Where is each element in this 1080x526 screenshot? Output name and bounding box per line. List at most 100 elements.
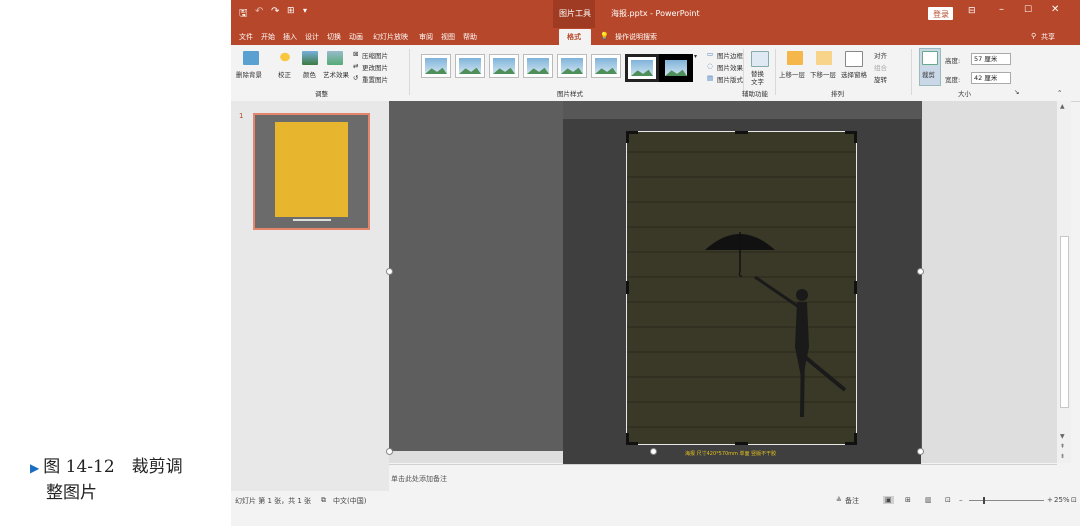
scroll-up-icon[interactable]: ▲ <box>1060 103 1065 110</box>
picture-style-1[interactable] <box>421 54 451 78</box>
change-picture-button[interactable]: 更改图片 <box>362 62 388 72</box>
collapse-ribbon-icon[interactable]: ⌃ <box>1057 89 1062 97</box>
scrollbar-thumb[interactable] <box>1060 236 1069 408</box>
slide-sorter-icon[interactable]: ⊞ <box>905 496 911 504</box>
selection-pane-icon[interactable] <box>845 51 863 67</box>
resize-handle-bl[interactable] <box>386 448 393 455</box>
crop-handle-bl-v[interactable] <box>626 433 629 445</box>
tab-help[interactable]: 帮助 <box>463 32 477 42</box>
picture-style-8[interactable] <box>659 54 693 82</box>
caption-line-2: 整图片 <box>46 483 97 503</box>
corrections-button[interactable]: 校正 <box>278 69 291 79</box>
crop-handle-tl-v[interactable] <box>626 131 629 143</box>
picture-effects-button[interactable]: 图片效果 <box>717 62 743 72</box>
send-backward-icon[interactable] <box>816 51 832 65</box>
picture-style-7[interactable] <box>625 54 659 82</box>
customize-qat-icon[interactable]: ▾ <box>303 6 307 15</box>
corrections-icon[interactable] <box>277 50 293 64</box>
resize-handle-br[interactable] <box>917 448 924 455</box>
alt-text-icon[interactable] <box>751 51 769 67</box>
picture-style-5[interactable] <box>557 54 587 78</box>
slideshow-view-icon[interactable]: ⊡ <box>945 496 951 504</box>
tab-transitions[interactable]: 切换 <box>327 32 341 42</box>
bring-forward-button[interactable]: 上移一层 <box>779 69 805 79</box>
size-dialog-launcher-icon[interactable]: ↘ <box>1014 88 1019 96</box>
remove-background-button[interactable]: 删除背景 <box>236 69 262 79</box>
picture-border-button[interactable]: 图片边框 <box>717 50 743 60</box>
tab-insert[interactable]: 插入 <box>283 32 297 42</box>
separator <box>409 49 410 95</box>
styles-more-icon[interactable]: ▾ <box>694 53 697 60</box>
height-input[interactable]: 57 厘米 <box>971 53 1011 65</box>
compress-pictures-button[interactable]: 压缩图片 <box>362 50 388 60</box>
maximize-icon[interactable]: ☐ <box>1024 5 1032 15</box>
close-icon[interactable]: ✕ <box>1051 4 1059 15</box>
ribbon-display-icon[interactable]: ⊟ <box>968 6 976 16</box>
login-button[interactable]: 登录 <box>928 7 953 20</box>
resize-handle-left[interactable] <box>386 268 393 275</box>
remove-background-icon[interactable] <box>243 51 259 65</box>
tab-view[interactable]: 视图 <box>441 32 455 42</box>
crop-handle-top[interactable] <box>735 131 748 134</box>
crop-button[interactable]: 裁剪 <box>919 48 941 86</box>
crop-handle-right[interactable] <box>854 281 857 294</box>
reading-view-icon[interactable]: ▥ <box>925 496 932 504</box>
color-icon[interactable] <box>302 51 318 65</box>
color-button[interactable]: 颜色 <box>303 69 316 79</box>
language-status[interactable]: 中文(中国) <box>333 496 366 506</box>
selection-pane-button[interactable]: 选择窗格 <box>841 69 867 79</box>
share-button[interactable]: 共享 <box>1041 32 1055 42</box>
picture-style-6[interactable] <box>591 54 621 78</box>
share-icon[interactable]: ⚲ <box>1031 32 1036 40</box>
zoom-out-icon[interactable]: – <box>959 496 963 504</box>
tab-slideshow[interactable]: 幻灯片放映 <box>373 32 408 42</box>
width-input[interactable]: 42 厘米 <box>971 72 1011 84</box>
picture-style-2[interactable] <box>455 54 485 78</box>
tab-review[interactable]: 审阅 <box>419 32 433 42</box>
slide-thumbnail[interactable] <box>253 113 370 230</box>
tab-design[interactable]: 设计 <box>305 32 319 42</box>
zoom-slider-thumb[interactable] <box>983 497 985 504</box>
minimize-icon[interactable]: – <box>999 4 1004 15</box>
crop-handle-left[interactable] <box>626 281 629 294</box>
crop-handle-br-v[interactable] <box>854 433 857 445</box>
reset-picture-button[interactable]: 重置图片 <box>362 74 388 84</box>
notes-button[interactable]: 备注 <box>845 496 859 506</box>
zoom-slider[interactable] <box>969 497 1044 504</box>
previous-slide-icon[interactable]: ⇞ <box>1060 443 1065 450</box>
zoom-level[interactable]: 25% <box>1054 496 1070 504</box>
crop-handle-tr-v[interactable] <box>854 131 857 143</box>
tell-me-search[interactable]: 操作说明搜索 <box>615 32 657 42</box>
picture-layout-button[interactable]: 图片版式 <box>717 74 743 84</box>
resize-handle-right[interactable] <box>917 268 924 275</box>
tab-format[interactable]: 格式 <box>567 32 581 42</box>
start-from-beginning-icon[interactable]: ⊞ <box>287 6 295 16</box>
scroll-down-icon[interactable]: ▼ <box>1060 433 1065 440</box>
undo-icon[interactable]: ↶ <box>255 6 263 17</box>
vertical-scrollbar[interactable]: ▲ ▼ ⇞ ⇟ <box>1057 101 1071 463</box>
redo-icon[interactable]: ↷ <box>271 6 279 17</box>
artistic-effects-button[interactable]: 艺术效果 <box>323 69 349 79</box>
align-button[interactable]: 对齐 <box>874 50 887 60</box>
bring-forward-icon[interactable] <box>787 51 803 65</box>
fit-to-window-icon[interactable]: ⊡ <box>1071 496 1077 504</box>
next-slide-icon[interactable]: ⇟ <box>1060 453 1065 460</box>
group-button[interactable]: 组合 <box>874 62 887 72</box>
zoom-in-icon[interactable]: + <box>1047 496 1053 504</box>
spell-check-icon[interactable]: ⧉ <box>321 496 326 505</box>
resize-handle-bottom[interactable] <box>650 448 657 455</box>
artistic-effects-icon[interactable] <box>327 51 343 65</box>
send-backward-button[interactable]: 下移一层 <box>810 69 836 79</box>
crop-handle-bottom[interactable] <box>735 442 748 445</box>
notes-pane[interactable]: 单击此处添加备注 <box>389 464 1057 492</box>
tab-animations[interactable]: 动画 <box>349 32 363 42</box>
tab-file[interactable]: 文件 <box>239 32 253 42</box>
save-icon[interactable]: 🖫 <box>239 6 248 23</box>
rotate-button[interactable]: 旋转 <box>874 74 887 84</box>
picture-style-4[interactable] <box>523 54 553 78</box>
crop-frame[interactable] <box>626 131 857 445</box>
tab-home[interactable]: 开始 <box>261 32 275 42</box>
normal-view-icon[interactable]: ▣ <box>883 496 894 504</box>
crop-label: 裁剪 <box>922 71 935 79</box>
picture-style-3[interactable] <box>489 54 519 78</box>
